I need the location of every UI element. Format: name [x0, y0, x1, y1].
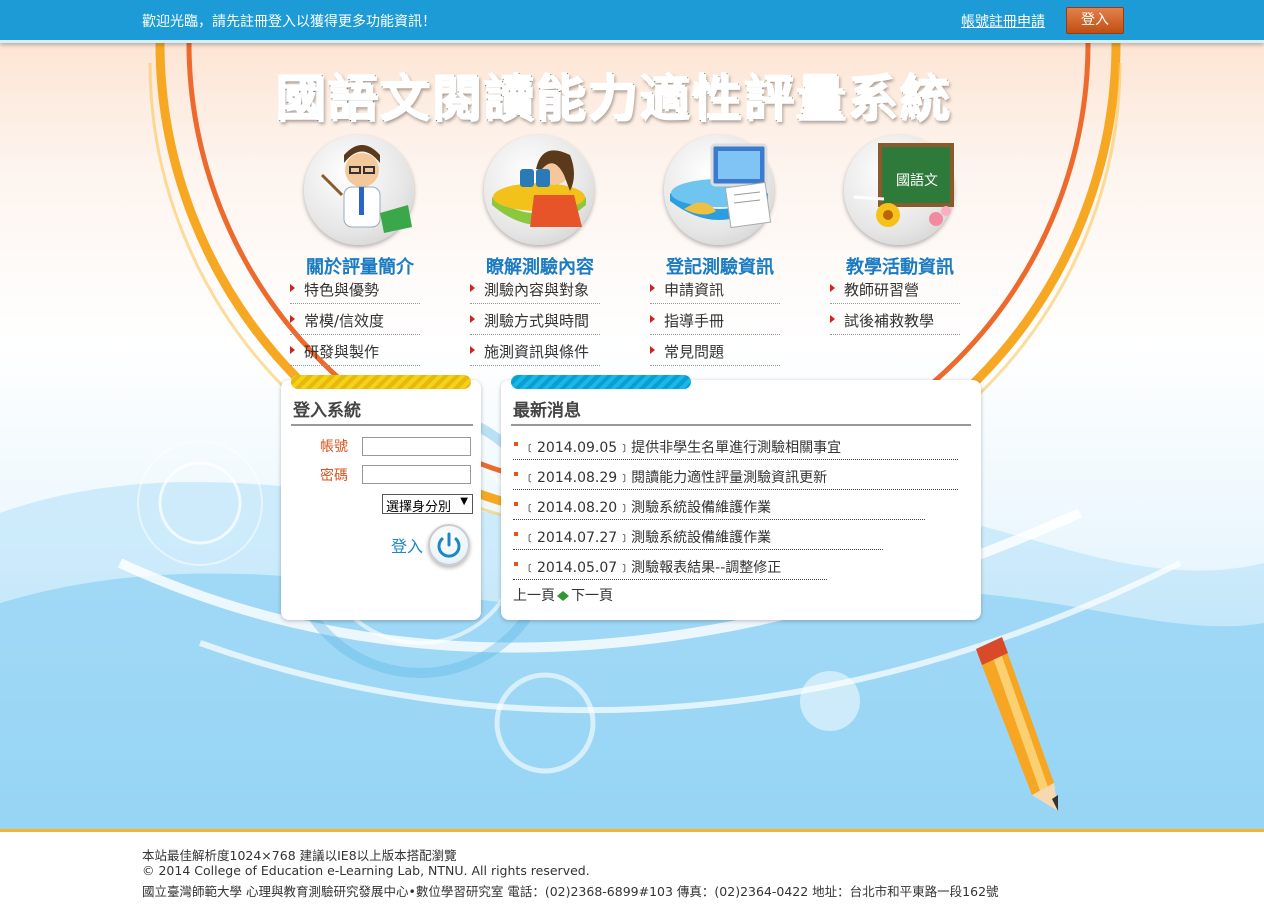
menu-item-remedial-teaching[interactable]: 試後補救教學	[830, 304, 960, 335]
login-panel-title: 登入系統	[293, 401, 361, 421]
welcome-message: 歡迎光臨，請先註冊登入以獲得更多功能資訊！	[142, 14, 436, 30]
login-label: 登入	[391, 537, 424, 556]
computer-documents-icon[interactable]	[664, 135, 774, 245]
chalkboard-icon[interactable]: 國語文	[844, 135, 954, 245]
page-title: 國語文閱讀能力適性評量系統	[276, 59, 996, 131]
prev-page-link[interactable]: 上一頁	[513, 588, 555, 604]
role-select[interactable]: 選擇身分別 ▼	[382, 494, 473, 515]
register-account-link[interactable]: 帳號註冊申請	[961, 11, 1045, 31]
news-panel-title: 最新消息	[513, 401, 581, 421]
menu-item-test-content-target[interactable]: 測驗內容與對象	[470, 273, 600, 304]
news-item[interactable]: ﹝2014.05.07﹞測驗報表結果--調整修正	[513, 553, 827, 580]
login-power-button[interactable]	[428, 524, 470, 566]
menu-item-features[interactable]: 特色與優勢	[290, 273, 420, 304]
binoculars-girl-icon[interactable]	[484, 135, 594, 245]
news-item[interactable]: ﹝2014.09.05﹞提供非學生名單進行測驗相關事宜	[513, 433, 958, 460]
news-pager: 上一頁 下一頁	[513, 585, 613, 605]
category-about-list: 特色與優勢 常模/信效度 研發與製作	[290, 273, 420, 366]
footer: 本站最佳解析度1024×768 建議以IE8以上版本搭配瀏覽 © 2014 Co…	[0, 829, 1264, 910]
menu-item-norms-reliability[interactable]: 常模/信效度	[290, 304, 420, 335]
account-input[interactable]	[362, 437, 471, 456]
menu-item-test-method-time[interactable]: 測驗方式與時間	[470, 304, 600, 335]
main-area: 國語文閱讀能力適性評量系統 關於評量簡介 特色與優勢 常模/信效度 研發與製作	[0, 43, 1264, 829]
news-item[interactable]: ﹝2014.08.29﹞閱讀能力適性評量測驗資訊更新	[513, 463, 958, 490]
menu-item-teacher-workshop[interactable]: 教師研習營	[830, 273, 960, 304]
top-bar: 歡迎光臨，請先註冊登入以獲得更多功能資訊！ 帳號註冊申請 登入	[0, 0, 1264, 43]
next-arrow-icon[interactable]	[563, 591, 569, 601]
footer-copyright: © 2014 College of Education e-Learning L…	[142, 863, 590, 878]
power-icon	[437, 532, 461, 558]
footer-contact-info: 國立臺灣師範大學 心理與教育測驗研究發展中心•數位學習研究室 電話：(02)23…	[142, 884, 999, 899]
divider	[291, 424, 473, 426]
dropdown-arrow-icon: ▼	[460, 496, 468, 507]
menu-item-application-info[interactable]: 申請資訊	[650, 273, 780, 304]
news-item[interactable]: ﹝2014.07.27﹞測驗系統設備維護作業	[513, 523, 883, 550]
next-page-link[interactable]: 下一頁	[571, 588, 613, 604]
divider	[511, 424, 971, 426]
menu-item-development[interactable]: 研發與製作	[290, 335, 420, 366]
menu-item-faq[interactable]: 常見問題	[650, 335, 780, 366]
news-item[interactable]: ﹝2014.08.20﹞測驗系統設備維護作業	[513, 493, 925, 520]
role-select-value: 選擇身分別	[386, 500, 452, 515]
login-panel-tab-decoration	[291, 375, 471, 389]
footer-resolution-note: 本站最佳解析度1024×768 建議以IE8以上版本搭配瀏覽	[142, 848, 457, 863]
account-label: 帳號	[320, 439, 348, 455]
category-register-test-list: 申請資訊 指導手冊 常見問題	[650, 273, 780, 366]
news-panel: 最新消息 ﹝2014.09.05﹞提供非學生名單進行測驗相關事宜 ﹝2014.0…	[501, 375, 981, 620]
teacher-pointer-icon[interactable]	[304, 135, 414, 245]
password-input[interactable]	[362, 465, 471, 484]
menu-item-guide-manual[interactable]: 指導手冊	[650, 304, 780, 335]
password-label: 密碼	[320, 468, 348, 484]
category-test-content-list: 測驗內容與對象 測驗方式與時間 施測資訊與條件	[470, 273, 600, 366]
menu-item-test-conditions[interactable]: 施測資訊與條件	[470, 335, 600, 366]
category-teaching-activity-list: 教師研習營 試後補救教學	[830, 273, 960, 335]
news-panel-tab-decoration	[511, 375, 691, 389]
login-panel: 登入系統 帳號 密碼 選擇身分別 ▼ 登入	[281, 375, 481, 620]
chalkboard-text: 國語文	[896, 173, 938, 189]
top-login-button[interactable]: 登入	[1066, 7, 1124, 34]
